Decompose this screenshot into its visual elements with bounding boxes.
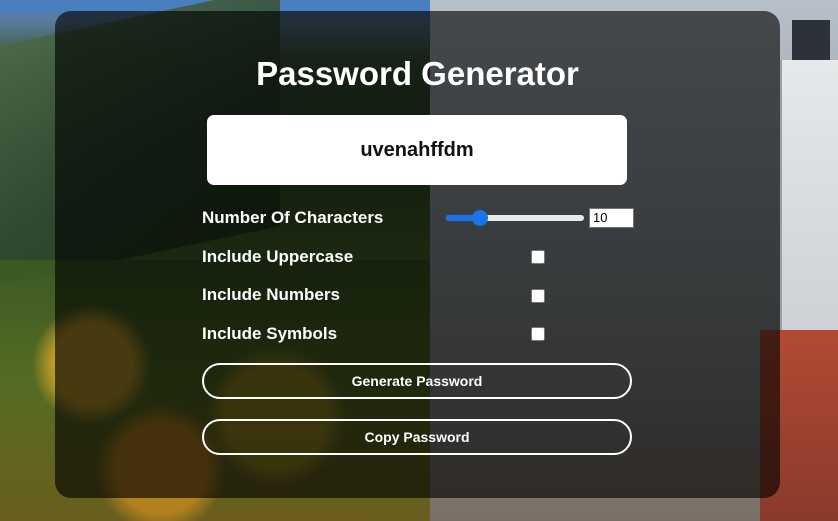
page-title: Password Generator <box>256 55 579 92</box>
length-number-input[interactable]: 10 <box>589 208 634 228</box>
copy-password-button[interactable]: Copy Password <box>202 419 632 455</box>
uppercase-checkbox[interactable] <box>531 250 545 264</box>
numbers-checkbox[interactable] <box>531 289 545 303</box>
password-output: uvenahffdm <box>207 115 627 185</box>
length-label: Number Of Characters <box>202 208 384 227</box>
uppercase-label: Include Uppercase <box>202 247 354 266</box>
length-slider[interactable] <box>446 210 584 226</box>
numbers-label: Include Numbers <box>202 285 340 304</box>
symbols-label: Include Symbols <box>202 324 338 343</box>
length-slider-thumb[interactable] <box>472 210 489 226</box>
symbols-checkbox[interactable] <box>531 327 545 341</box>
generate-password-button[interactable]: Generate Password <box>202 363 632 399</box>
